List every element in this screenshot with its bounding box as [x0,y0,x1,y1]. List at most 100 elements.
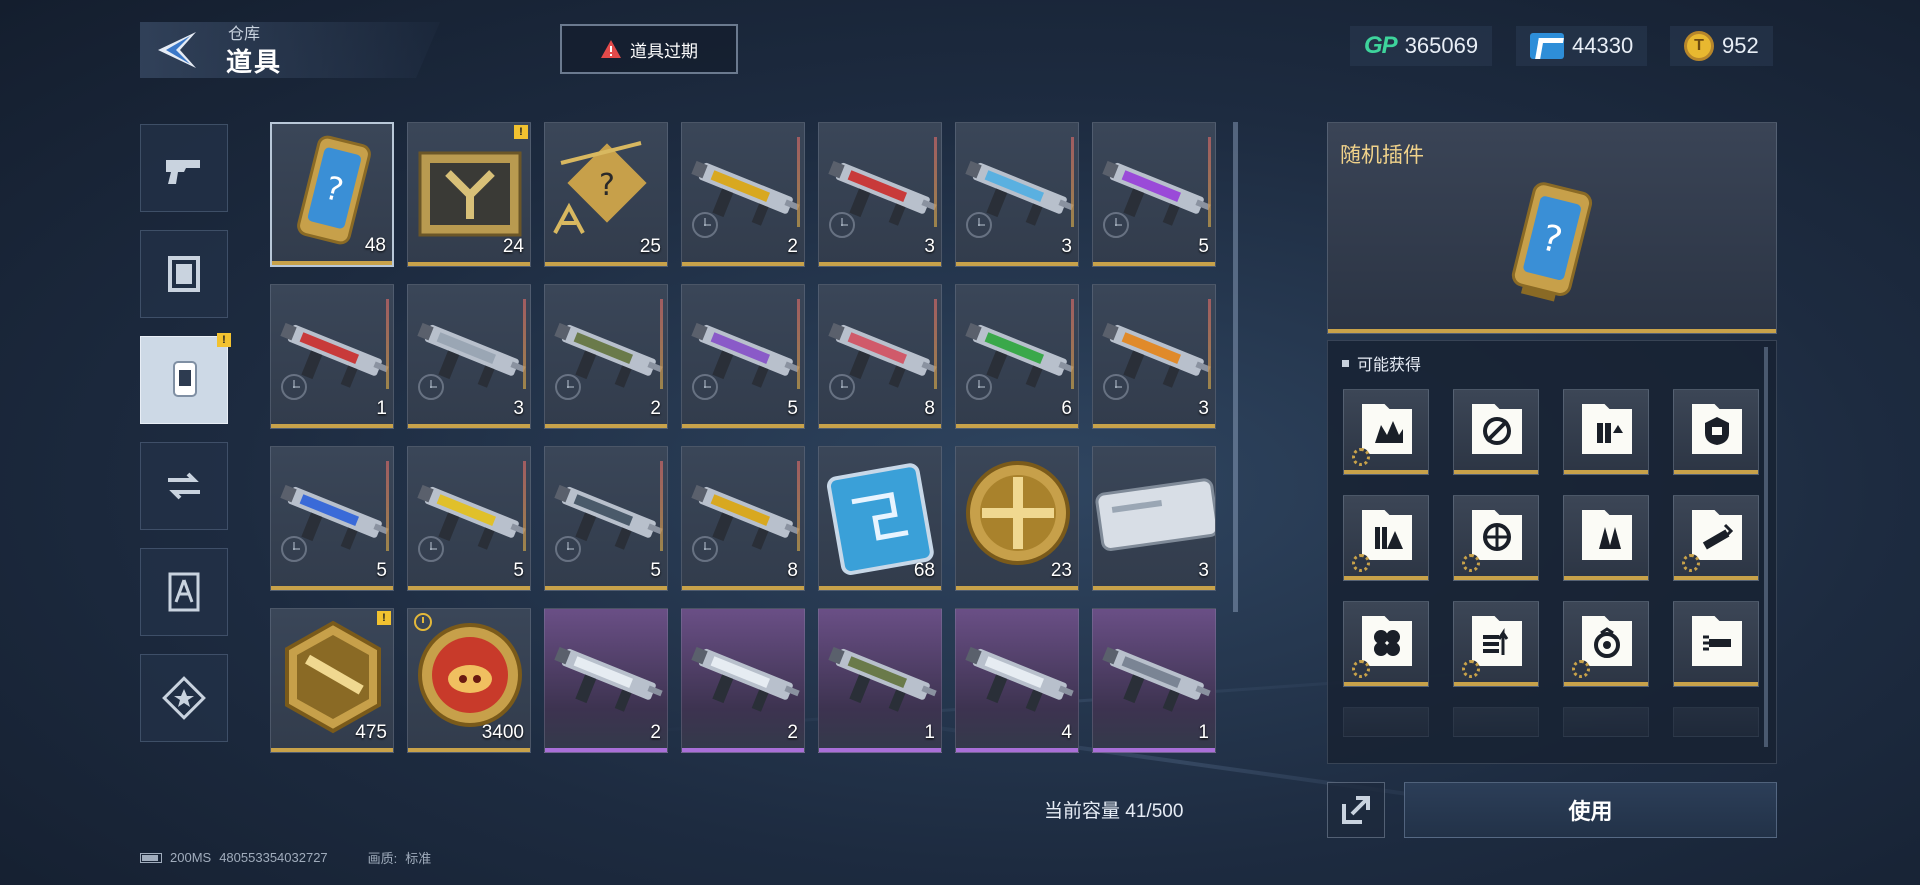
item-count: 3 [1198,560,1209,581]
use-button[interactable]: 使用 [1404,782,1777,838]
warning-icon [601,40,621,58]
lines-up-icon [1472,616,1522,666]
plugin-slot-partial[interactable] [1343,707,1429,737]
timer-icon [418,536,444,562]
item-slot-silver-case[interactable]: 3 [1092,446,1216,591]
plugin-slot[interactable] [1673,601,1759,687]
item-slot-weapon-smg-white[interactable]: 2 [544,608,668,753]
timer-icon [966,374,992,400]
tier-bar [660,299,663,389]
frame-icon [168,256,200,292]
item-slot-weapon-rifle-purple[interactable]: 5 [1092,122,1216,267]
plugin-slot[interactable] [1673,495,1759,581]
rewards-scrollbar[interactable] [1764,347,1768,747]
tab-weapons[interactable] [140,124,228,212]
quality-value: 标准 [405,851,432,866]
plugin-grid [1343,389,1759,737]
item-slot-weapon-sniper-silver[interactable]: 3 [407,284,531,429]
item-slot-weapon-rifle-green[interactable]: 6 [955,284,1079,429]
plugin-slot[interactable] [1563,389,1649,475]
tier-bar [934,137,937,227]
item-slot-weapon-rifle-pink[interactable]: 8 [818,284,942,429]
plugin-slot[interactable] [1453,389,1539,475]
item-slot-pig-coin[interactable]: 3400 [407,608,531,753]
item-slot-weapon-rifle-camo[interactable]: 1 [818,608,942,753]
item-count: 5 [787,398,798,419]
item-slot-supply-crate[interactable]: ! 24 [407,122,531,267]
item-slot-weapon-sniper-white[interactable]: 4 [955,608,1079,753]
possible-rewards-panel: 可能获得 [1327,340,1777,764]
item-slot-weapon-sniper-violet[interactable]: 5 [681,284,805,429]
plugin-slot[interactable] [1453,601,1539,687]
item-slot-weapon-lmg-camo[interactable]: 2 [544,284,668,429]
plugin-slot-partial[interactable] [1453,707,1539,737]
item-slot-weapon-sniper-red[interactable]: 1 [270,284,394,429]
coin-icon: T [1684,31,1714,61]
plugin-slot[interactable] [1453,495,1539,581]
item-slot-mystery-blueprint[interactable]: ? 25 [544,122,668,267]
status-bar: 200MS 480553354032727 画质: 标准 [140,848,431,867]
tab-exchange[interactable] [140,442,228,530]
item-slot-weapon-smg-orange[interactable]: 3 [1092,284,1216,429]
ammo-warning-icon [1362,510,1412,560]
capacity-text: 当前容量 41/500 [1044,796,1183,823]
item-slot-weapon-rifle-red[interactable]: 3 [818,122,942,267]
tab-badges[interactable] [140,654,228,742]
tier-bar [1208,299,1211,389]
timer-icon [1103,212,1129,238]
item-count: 5 [1198,236,1209,257]
gp-icon: GP [1364,32,1398,59]
plugin-slot[interactable] [1563,601,1649,687]
back-button[interactable] [150,26,210,74]
timer-icon [692,536,718,562]
clover-icon [1362,616,1412,666]
item-count: 8 [924,398,935,419]
item-slot-weapon-rifle-gold[interactable]: 2 [681,122,805,267]
item-slot-weapon-shotgun-gold[interactable]: 8 [681,446,805,591]
tier-bar [523,299,526,389]
plugin-slot[interactable] [1343,389,1429,475]
capacity-value: 41/500 [1125,801,1184,822]
plugin-slot[interactable] [1563,495,1649,581]
item-slot-weapon-smg-grey[interactable]: 1 [1092,608,1216,753]
tab-items[interactable]: ! [140,333,231,424]
item-slot-weapon-rifle-white[interactable]: 2 [681,608,805,753]
item-grid: ? 48! 24? 25 2 3 3 5 1 3 2 5 8 6 3 5 5 5 8 68 23 3! 475 3400 2 2 1… [270,122,1216,753]
item-count: 475 [355,722,387,743]
gear-icon [1352,448,1370,466]
item-slot-weapon-rifle-cyan[interactable]: 3 [955,122,1079,267]
new-badge: ! [377,611,391,625]
tier-bar [934,299,937,389]
item-slot-weapon-rifle-dark[interactable]: 5 [544,446,668,591]
item-slot-gold-medal[interactable]: 23 [955,446,1079,591]
plugin-slot-partial[interactable] [1563,707,1649,737]
gear-icon [1682,554,1700,572]
gun-up-icon [1692,510,1742,560]
item-count: 24 [502,236,524,257]
crosshair-icon [1472,510,1522,560]
plugin-slot[interactable] [1673,389,1759,475]
share-button[interactable] [1327,782,1385,838]
plugin-slot-partial[interactable] [1673,707,1759,737]
item-slot-chip-card[interactable]: 68 [818,446,942,591]
bullets-up-icon [1582,404,1632,454]
item-count: 5 [376,560,387,581]
item-slot-random-plugin[interactable]: ? 48 [270,122,394,267]
swap-icon [168,472,200,500]
item-slot-rifle-badge[interactable]: ! 475 [270,608,394,753]
plugin-slot[interactable] [1343,601,1429,687]
tab-blueprints[interactable] [140,548,228,636]
quality-label: 画质: [367,851,398,866]
grid-scrollbar[interactable] [1233,122,1238,612]
item-slot-weapon-knife-blue[interactable]: 5 [270,446,394,591]
tab-frames[interactable] [140,230,228,318]
timer-icon [692,374,718,400]
item-slot-weapon-smg-yellow[interactable]: 5 [407,446,531,591]
currency-gp-value: 365069 [1404,33,1479,58]
currency-ticket: 44330 [1516,26,1648,66]
timer-icon [555,374,581,400]
target-up-icon [1582,616,1632,666]
expired-items-button[interactable]: 道具过期 [560,24,738,74]
plugin-slot[interactable] [1343,495,1429,581]
tier-bar [1071,299,1074,389]
